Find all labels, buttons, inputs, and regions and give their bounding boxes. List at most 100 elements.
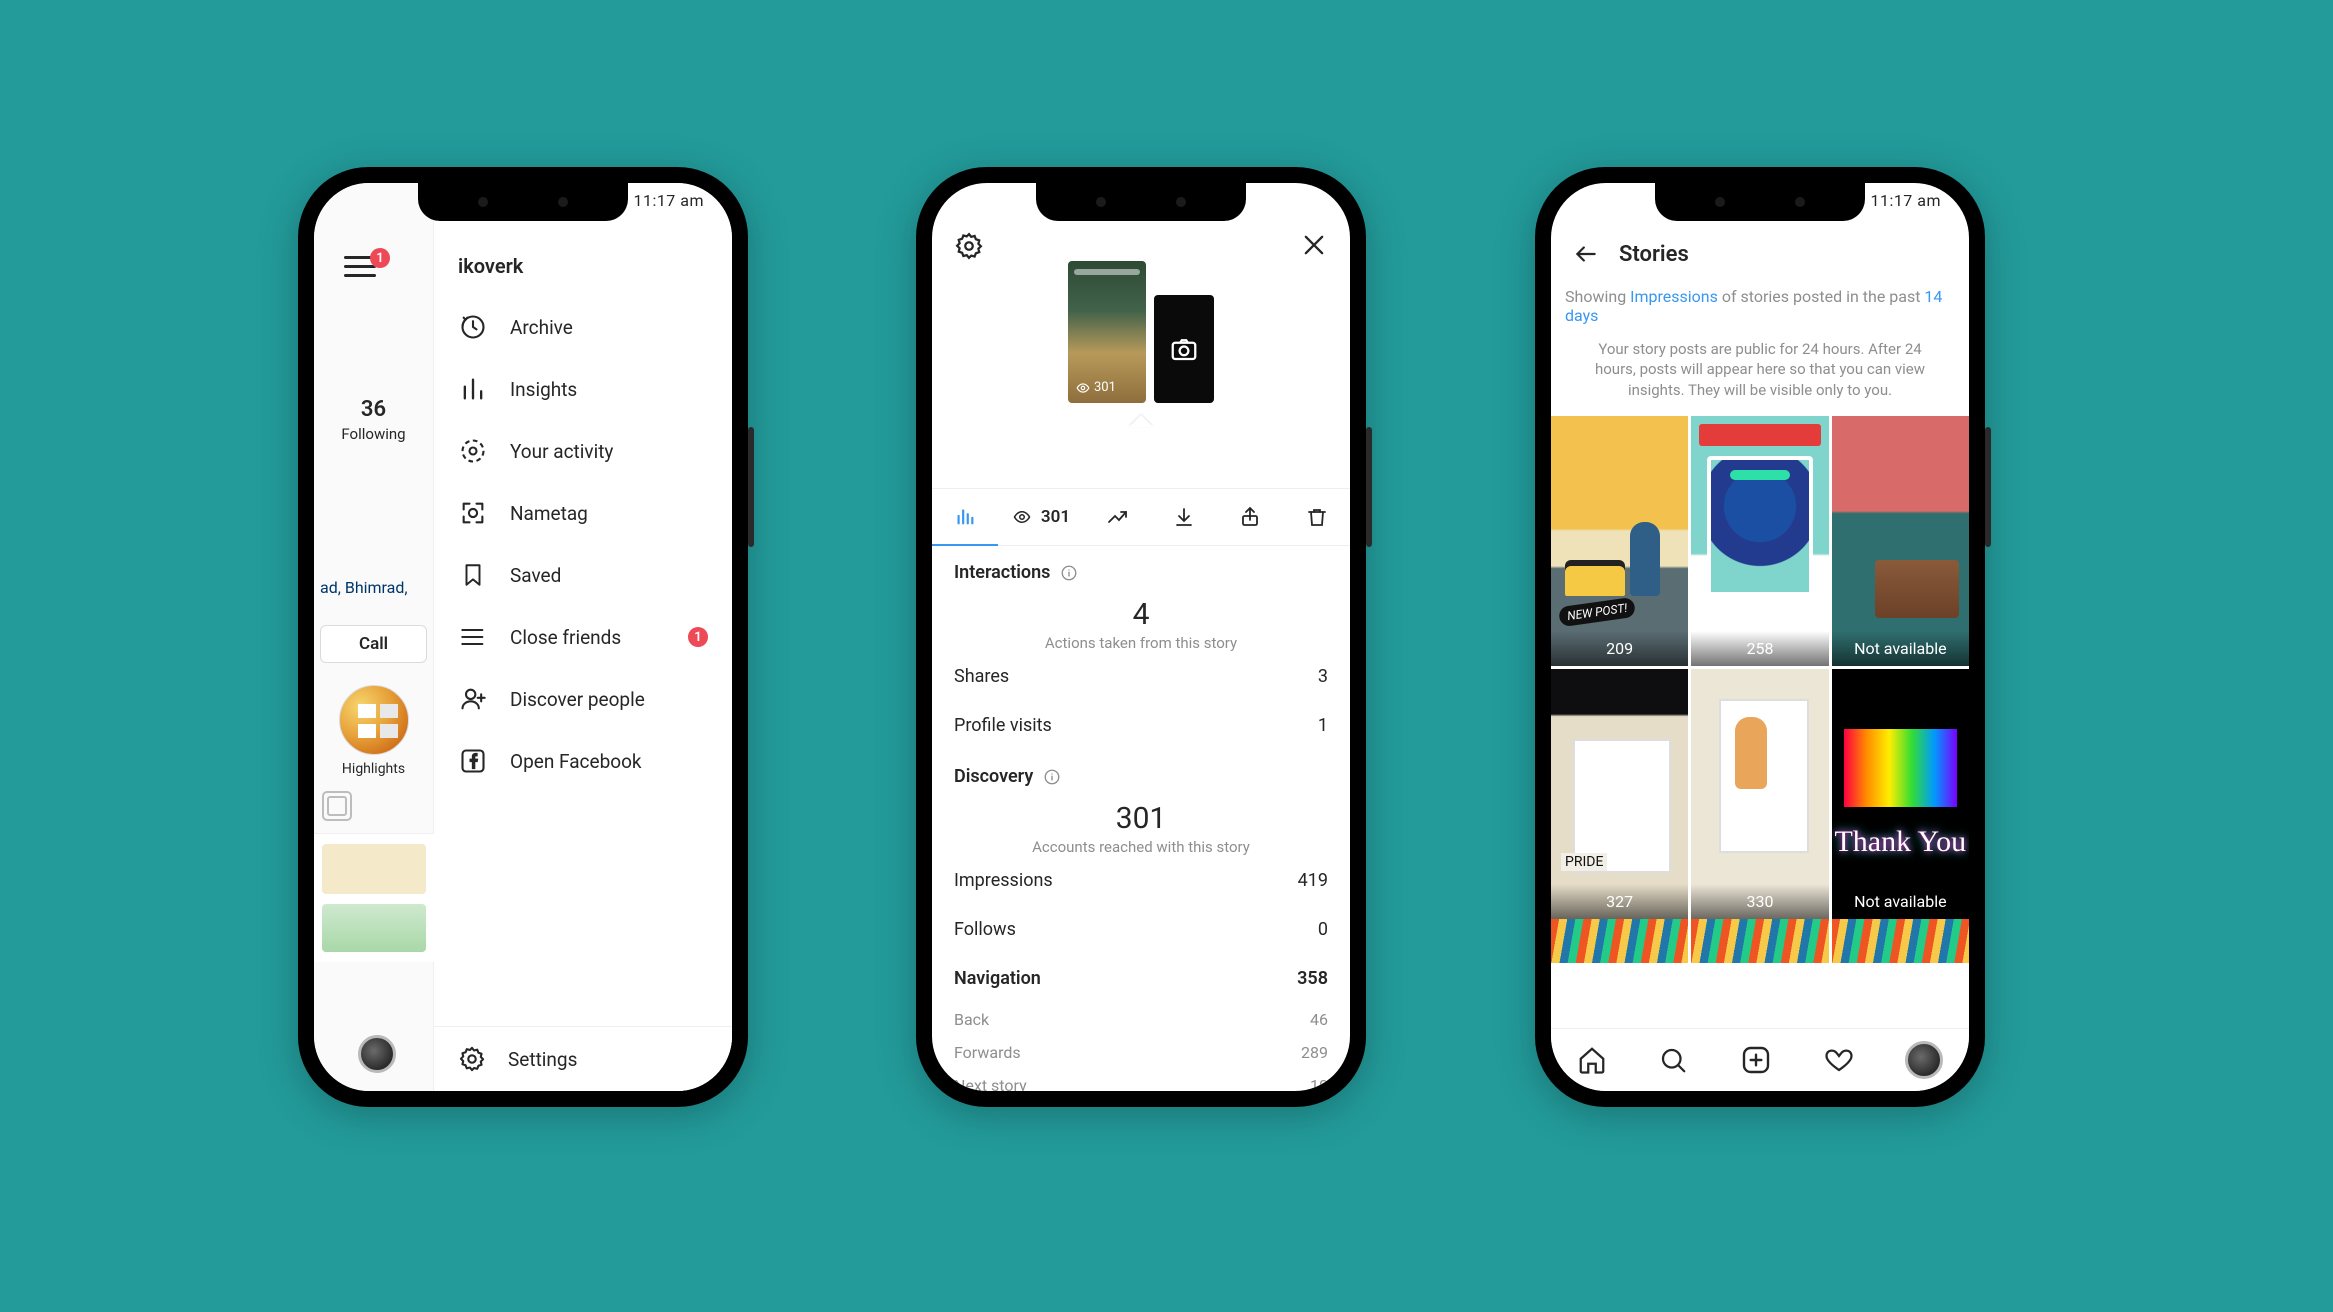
tab-views[interactable]: 301 <box>998 489 1084 545</box>
add-story-thumbnail[interactable] <box>1154 295 1214 403</box>
bar-chart-icon <box>954 505 976 527</box>
story-tile[interactable]: 330 <box>1691 669 1828 919</box>
info-icon[interactable] <box>1043 768 1061 786</box>
insights-action-bar: 301 <box>932 488 1350 546</box>
activity-icon <box>458 436 488 466</box>
metric-label: Next story <box>954 1076 1027 1091</box>
filter-metric-link[interactable]: Impressions <box>1630 287 1718 306</box>
action-share[interactable] <box>1217 489 1283 545</box>
tab-views-count: 301 <box>1041 507 1070 527</box>
status-time: 11:17 am <box>633 191 704 210</box>
row-follows: Follows 0 <box>954 905 1328 954</box>
tile-metric: Not available <box>1832 631 1969 666</box>
saved-icon <box>458 560 488 590</box>
nav-search[interactable] <box>1658 1045 1688 1075</box>
search-icon <box>1658 1045 1688 1075</box>
menu-open-facebook[interactable]: Open Facebook <box>434 730 732 792</box>
info-icon[interactable] <box>1060 564 1078 582</box>
nav-profile-avatar[interactable] <box>1905 1041 1943 1079</box>
screen: 11:17 am 1 36 Following ad, Bhimrad, Cal… <box>314 183 732 1091</box>
eye-icon <box>1013 508 1031 526</box>
row-nav-next-story: Next story 10 <box>954 1069 1328 1091</box>
menu-label: Close friends <box>510 626 621 649</box>
back-icon[interactable] <box>1573 241 1599 267</box>
menu-close-friends[interactable]: Close friends 1 <box>434 606 732 668</box>
stories-grid: NEW POST! 209 258 Not available PRIDE 32… <box>1551 416 1969 919</box>
phone-notch <box>418 183 628 221</box>
page-title: Stories <box>1619 242 1689 267</box>
row-impressions: Impressions 419 <box>954 856 1328 905</box>
nav-home[interactable] <box>1577 1045 1607 1075</box>
highlight-cover <box>339 685 409 755</box>
story-thumbnail-selected[interactable]: 301 <box>1068 261 1146 403</box>
menu-button[interactable]: 1 <box>344 256 433 277</box>
metric-label: Forwards <box>954 1043 1021 1062</box>
sticker-pride: PRIDE <box>1561 853 1607 871</box>
bottom-nav-avatar[interactable] <box>358 1035 396 1073</box>
story-tile[interactable] <box>1551 919 1688 963</box>
menu-your-activity[interactable]: Your activity <box>434 420 732 482</box>
discovery-subtitle: Accounts reached with this story <box>954 838 1328 856</box>
camera-icon <box>1169 334 1199 364</box>
menu-nametag[interactable]: Nametag <box>434 482 732 544</box>
metric-label: Navigation <box>954 968 1041 989</box>
story-thumbnails: 301 <box>1068 261 1214 403</box>
story-tile[interactable]: 258 <box>1691 416 1828 666</box>
discovery-count: 301 <box>954 801 1328 836</box>
phone-notch <box>1036 183 1246 221</box>
settings-icon[interactable] <box>954 231 984 261</box>
story-tile[interactable]: PRIDE 327 <box>1551 669 1688 919</box>
metric-value: 0 <box>1318 919 1328 940</box>
story-tile[interactable]: Thank You Not available <box>1832 669 1969 919</box>
story-highlight[interactable]: Highlights <box>314 685 433 777</box>
action-promote[interactable] <box>1085 489 1151 545</box>
call-button[interactable]: Call <box>320 625 427 663</box>
bio-location[interactable]: ad, Bhimrad, <box>314 578 433 597</box>
metric-label: Profile visits <box>954 715 1052 736</box>
tile-metric: 209 <box>1551 631 1688 666</box>
screen: 11:17 am Stories Showing Impressions of … <box>1551 183 1969 1091</box>
menu-saved[interactable]: Saved <box>434 544 732 606</box>
story-tile[interactable]: NEW POST! 209 <box>1551 416 1688 666</box>
discovery-title: Discovery <box>954 766 1033 787</box>
facebook-icon <box>458 746 488 776</box>
interactions-count: 4 <box>954 597 1328 632</box>
sticker-new-post: NEW POST! <box>1558 597 1636 627</box>
tab-insights[interactable] <box>932 488 998 546</box>
side-menu-panel: ikoverk Archive Insights Your activity <box>434 183 732 1091</box>
download-icon <box>1172 505 1196 529</box>
metric-label: Shares <box>954 666 1009 687</box>
filter-description: Showing Impressions of stories posted in… <box>1551 287 1969 329</box>
story-tile[interactable]: Not available <box>1832 416 1969 666</box>
menu-insights[interactable]: Insights <box>434 358 732 420</box>
tagged-tab-icon[interactable] <box>322 791 352 821</box>
archive-icon <box>458 312 488 342</box>
action-delete[interactable] <box>1284 489 1350 545</box>
profile-background-panel: 1 36 Following ad, Bhimrad, Call Highlig… <box>314 183 434 1091</box>
close-icon[interactable] <box>1300 231 1328 259</box>
username: ikoverk <box>434 238 732 296</box>
sticker-thank-you: Thank You <box>1832 825 1969 859</box>
nametag-icon <box>458 498 488 528</box>
row-nav-back: Back 46 <box>954 1003 1328 1036</box>
menu-label: Discover people <box>510 688 645 711</box>
nav-activity[interactable] <box>1824 1045 1854 1075</box>
discover-people-icon <box>458 684 488 714</box>
story-tile[interactable] <box>1832 919 1969 963</box>
row-shares: Shares 3 <box>954 652 1328 701</box>
story-tile[interactable] <box>1691 919 1828 963</box>
share-icon <box>1238 505 1262 529</box>
settings-icon <box>458 1045 486 1073</box>
menu-discover-people[interactable]: Discover people <box>434 668 732 730</box>
metric-value: 419 <box>1298 870 1328 891</box>
post-thumbnail[interactable] <box>314 833 434 962</box>
action-download[interactable] <box>1151 489 1217 545</box>
metric-value: 289 <box>1301 1043 1328 1062</box>
menu-archive[interactable]: Archive <box>434 296 732 358</box>
highlight-label: Highlights <box>314 761 433 777</box>
insights-top: 301 <box>932 183 1350 488</box>
trash-icon <box>1305 505 1329 529</box>
nav-create[interactable] <box>1740 1044 1772 1076</box>
following-stat[interactable]: 36 Following <box>314 397 433 443</box>
menu-settings[interactable]: Settings <box>434 1026 732 1091</box>
